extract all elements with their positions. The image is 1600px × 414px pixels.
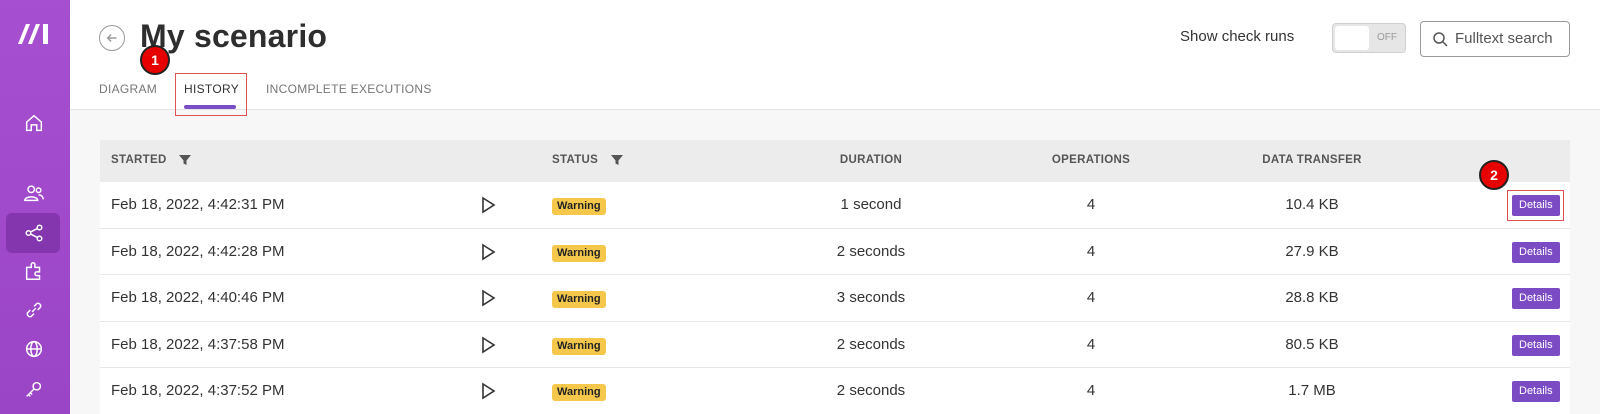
play-icon[interactable] [480,196,496,214]
sidebar [0,0,70,414]
search-icon [1433,32,1448,47]
table-row[interactable]: Feb 18, 2022, 4:42:31 PM Warning 1 secon… [100,182,1570,229]
operations-cell: 4 [1086,196,1096,213]
check-runs-toggle[interactable]: OFF [1332,23,1406,53]
duration-cell: 3 seconds [836,289,906,306]
annotation-marker-2: 2 [1479,160,1509,190]
duration-cell: 2 seconds [836,335,906,353]
data-transfer-cell: 28.8 KB [1285,289,1339,306]
search-box[interactable] [1420,21,1570,57]
operations-cell: 4 [1086,242,1096,260]
play-icon[interactable] [480,382,496,400]
header-data-transfer: DATA TRANSFER [1262,154,1362,166]
filter-started-icon[interactable] [178,153,192,167]
started-cell: Feb 18, 2022, 4:42:31 PM [111,196,285,213]
play-icon[interactable] [480,289,496,307]
make-logo-icon[interactable] [16,20,54,46]
details-button[interactable]: Details [1512,381,1560,402]
filter-status-icon[interactable] [610,153,624,167]
status-badge: Warning [552,291,606,308]
operations-cell: 4 [1086,382,1096,399]
header-status: STATUS [552,154,599,166]
details-button[interactable]: Details [1512,334,1560,356]
table-header: STARTED STATUS DURATION OPERATIONS DATA … [100,140,1570,182]
operations-cell: 4 [1086,289,1096,306]
scenarios-icon[interactable] [21,220,47,246]
page-header: My scenario DIAGRAM HISTORY INCOMPLETE E… [70,0,1600,116]
table-row[interactable]: Feb 18, 2022, 4:37:58 PM Warning 2 secon… [100,321,1570,368]
header-duration: DURATION [839,154,903,166]
toggle-knob [1335,26,1369,50]
duration-cell: 1 second [840,196,902,213]
details-button[interactable]: Details [1512,288,1560,309]
data-transfer-cell: 27.9 KB [1285,242,1339,260]
table-row[interactable]: Feb 18, 2022, 4:40:46 PM Warning 3 secon… [100,275,1570,322]
page-title: My scenario [140,18,328,54]
arrow-left-icon [106,34,117,42]
started-cell: Feb 18, 2022, 4:37:58 PM [111,335,285,353]
back-button[interactable] [99,25,125,51]
operations-cell: 4 [1086,335,1096,353]
keys-icon[interactable] [21,376,47,402]
started-cell: Feb 18, 2022, 4:37:52 PM [111,382,285,399]
details-button[interactable]: Details [1512,241,1560,263]
connections-icon[interactable] [21,297,47,323]
app-root: My scenario DIAGRAM HISTORY INCOMPLETE E… [0,0,1600,414]
webhooks-icon[interactable] [21,336,47,362]
status-badge: Warning [552,198,606,215]
annotation-marker-1: 1 [140,45,170,75]
home-icon[interactable] [21,110,47,136]
toggle-state-text: OFF [1377,32,1397,43]
highlight-history-tab [175,73,247,116]
templates-icon[interactable] [21,258,47,284]
play-icon[interactable] [480,243,496,261]
team-icon[interactable] [21,180,47,206]
highlight-details-button [1507,190,1564,221]
play-icon[interactable] [480,336,496,354]
tab-incomplete-executions[interactable]: INCOMPLETE EXECUTIONS [266,82,432,96]
data-transfer-cell: 10.4 KB [1285,196,1339,213]
status-badge: Warning [552,337,606,355]
search-input[interactable] [1455,30,1565,47]
table-row[interactable]: Feb 18, 2022, 4:37:52 PM Warning 2 secon… [100,368,1570,414]
status-badge: Warning [552,384,606,401]
duration-cell: 2 seconds [836,242,906,260]
header-started: STARTED [111,154,167,166]
table-row[interactable]: Feb 18, 2022, 4:42:28 PM Warning 2 secon… [100,228,1570,275]
history-table: STARTED STATUS DURATION OPERATIONS DATA … [100,140,1570,414]
status-badge: Warning [552,244,606,262]
show-check-runs-label: Show check runs [1180,28,1295,45]
started-cell: Feb 18, 2022, 4:42:28 PM [111,242,285,260]
data-transfer-cell: 80.5 KB [1285,335,1339,353]
tab-diagram[interactable]: DIAGRAM [99,82,157,96]
data-transfer-cell: 1.7 MB [1288,382,1336,399]
duration-cell: 2 seconds [836,382,906,399]
started-cell: Feb 18, 2022, 4:40:46 PM [111,289,285,306]
header-operations: OPERATIONS [1051,154,1131,166]
